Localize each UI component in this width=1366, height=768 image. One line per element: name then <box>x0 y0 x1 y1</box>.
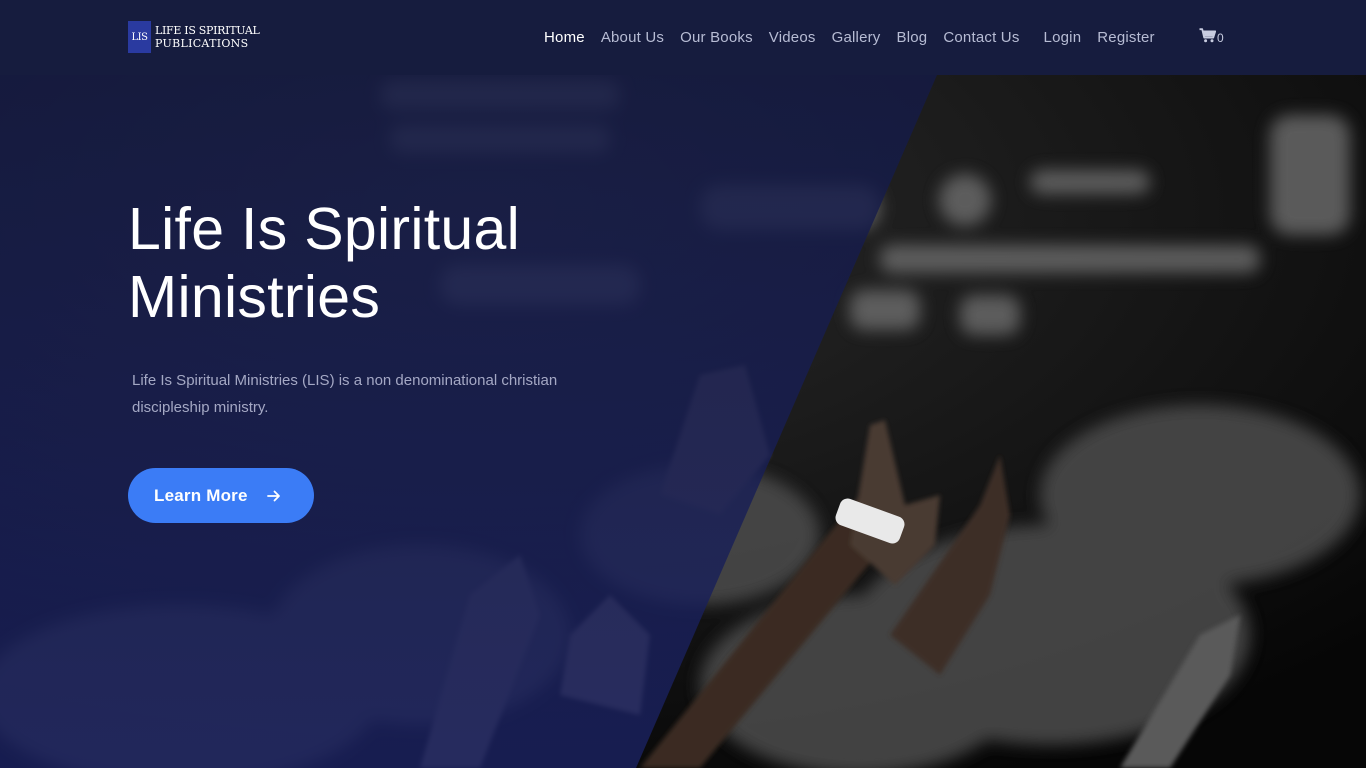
nav-our-books[interactable]: Our Books <box>680 29 753 46</box>
nav-gallery[interactable]: Gallery <box>832 29 881 46</box>
hero-description: Life Is Spiritual Ministries (LIS) is a … <box>132 372 558 416</box>
nav-videos[interactable]: Videos <box>769 29 816 46</box>
logo-wordmark: LIFE IS SPIRITUAL PUBLICATIONS <box>155 24 260 50</box>
hero-title-line-1: Life Is Spiritual <box>128 196 521 262</box>
arrow-right-icon <box>266 490 281 502</box>
register-link[interactable]: Register <box>1097 29 1154 46</box>
login-link[interactable]: Login <box>1044 29 1082 46</box>
cart-icon <box>1199 28 1217 47</box>
main-nav: Home About Us Our Books Videos Gallery B… <box>544 27 1155 47</box>
nav-blog[interactable]: Blog <box>897 29 928 46</box>
hero-section: Life Is Spiritual Ministries Life Is Spi… <box>0 75 1366 768</box>
site-header: LIS LIFE IS SPIRITUAL PUBLICATIONS Home … <box>0 0 1366 75</box>
site-logo[interactable]: LIS LIFE IS SPIRITUAL PUBLICATIONS <box>128 21 260 53</box>
nav-home[interactable]: Home <box>544 29 585 46</box>
cart-button[interactable]: 0 <box>1199 28 1224 47</box>
logo-line-2: PUBLICATIONS <box>155 37 249 50</box>
logo-mark: LIS <box>128 21 151 53</box>
nav-about-us[interactable]: About Us <box>601 29 664 46</box>
hero-title-line-2: Ministries <box>128 264 381 330</box>
learn-more-label: Learn More <box>154 485 248 505</box>
nav-contact-us[interactable]: Contact Us <box>943 29 1019 46</box>
logo-line-1: LIFE IS SPIRITUAL <box>155 24 260 37</box>
hero-background-image <box>0 75 1366 768</box>
learn-more-button[interactable]: Learn More <box>128 468 314 523</box>
cart-count: 0 <box>1217 30 1224 45</box>
hero-title: Life Is Spiritual Ministries <box>128 195 688 331</box>
